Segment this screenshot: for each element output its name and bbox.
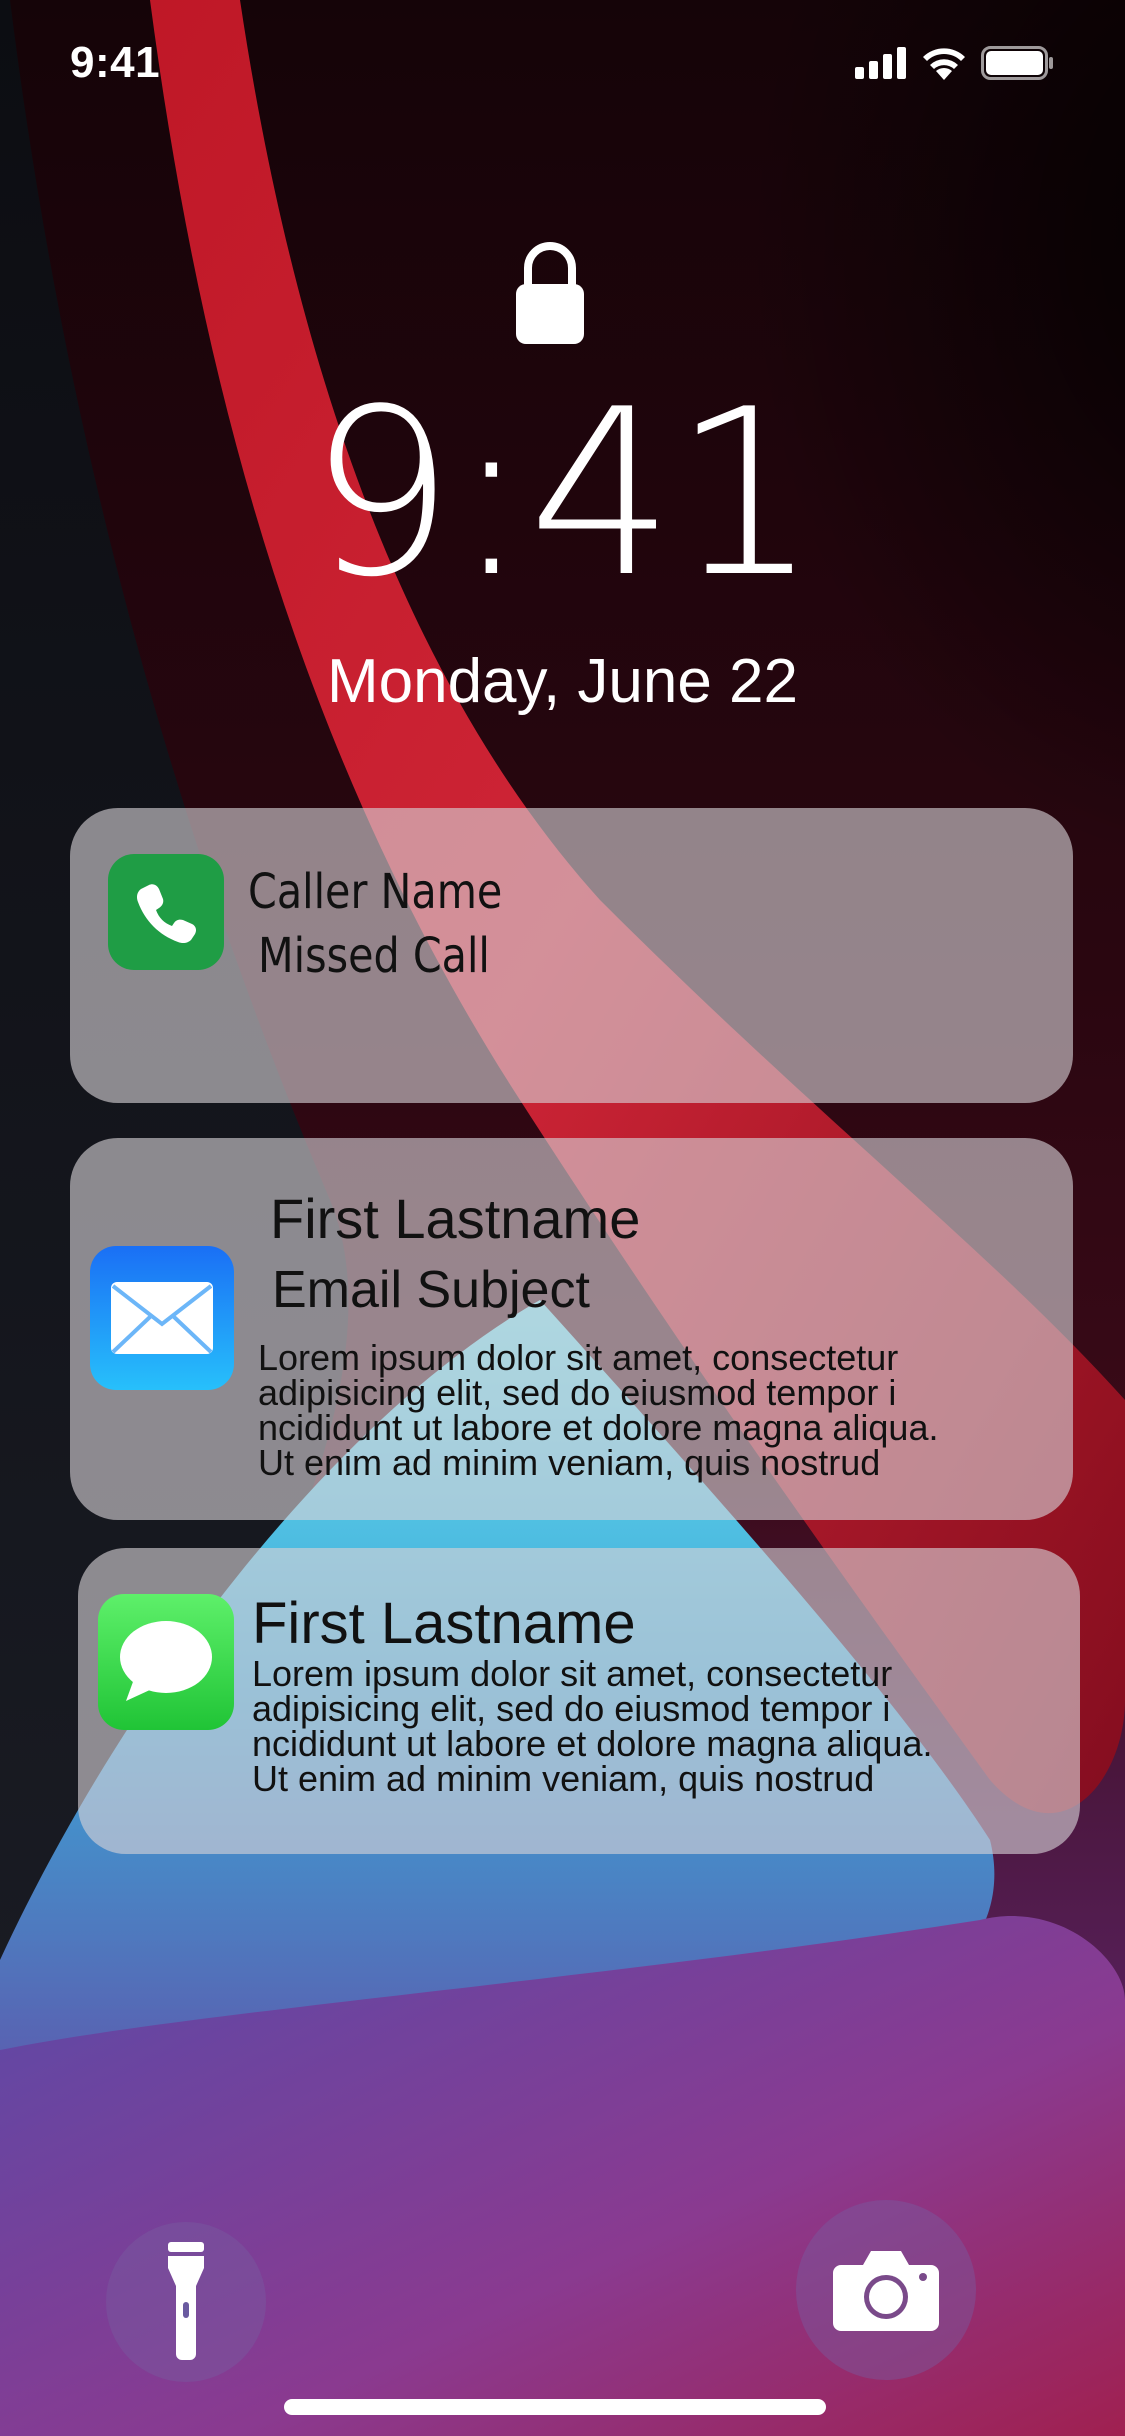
notification-body-line: adipisicing elit, sed do eiusmod tempor … <box>252 1688 891 1729</box>
lock-icon <box>516 242 584 344</box>
notification-sender: First Lastname <box>252 1591 636 1656</box>
notification-body-line: Lorem ipsum dolor sit amet, consectetur <box>252 1653 893 1694</box>
status-bar-time: 9:41 <box>70 38 161 87</box>
notification-body-line: ncididunt ut labore et dolore magna aliq… <box>258 1407 939 1448</box>
notification-subtitle: Missed Call <box>258 928 490 984</box>
notification-email[interactable]: First Lastname Email Subject Lorem ipsum… <box>70 1138 1073 1520</box>
notification-subject: Email Subject <box>272 1261 590 1319</box>
notification-body-line: Ut enim ad minim veniam, quis nostrud <box>258 1442 881 1483</box>
wifi-icon <box>923 48 965 80</box>
messages-icon <box>98 1594 234 1730</box>
phone-icon <box>108 854 224 970</box>
lock-screen: 9:41 9:41 Monday, June 22 Caller Name Mi… <box>0 0 1125 2436</box>
notification-body-line: Lorem ipsum dolor sit amet, consectetur <box>258 1337 899 1378</box>
camera-icon <box>833 2251 939 2331</box>
lock-screen-date: Monday, June 22 <box>326 647 799 716</box>
notification-sender: First Lastname <box>270 1187 641 1250</box>
home-indicator[interactable] <box>284 2399 826 2415</box>
notification-body: Lorem ipsum dolor sit amet, consectetur … <box>252 1653 1052 1799</box>
notification-missed-call[interactable]: Caller Name Missed Call <box>70 808 1073 1103</box>
flashlight-icon <box>168 2242 204 2360</box>
notification-title: Caller Name <box>248 864 503 920</box>
notification-message[interactable]: First Lastname Lorem ipsum dolor sit ame… <box>78 1548 1080 1854</box>
status-bar-icons <box>855 46 1055 80</box>
cellular-signal-icon <box>855 47 906 79</box>
battery-icon <box>981 46 1053 80</box>
mail-icon <box>90 1246 234 1390</box>
flashlight-button[interactable] <box>106 2222 266 2382</box>
notification-body-line: adipisicing elit, sed do eiusmod tempor … <box>258 1372 897 1413</box>
lock-screen-time: 9:41 <box>308 361 819 628</box>
camera-button[interactable] <box>796 2200 976 2380</box>
notification-body-line: ncididunt ut labore et dolore magna aliq… <box>252 1723 933 1764</box>
notification-body: Lorem ipsum dolor sit amet, consectetur … <box>258 1337 1058 1483</box>
notification-body-line: Ut enim ad minim veniam, quis nostrud <box>252 1758 875 1799</box>
